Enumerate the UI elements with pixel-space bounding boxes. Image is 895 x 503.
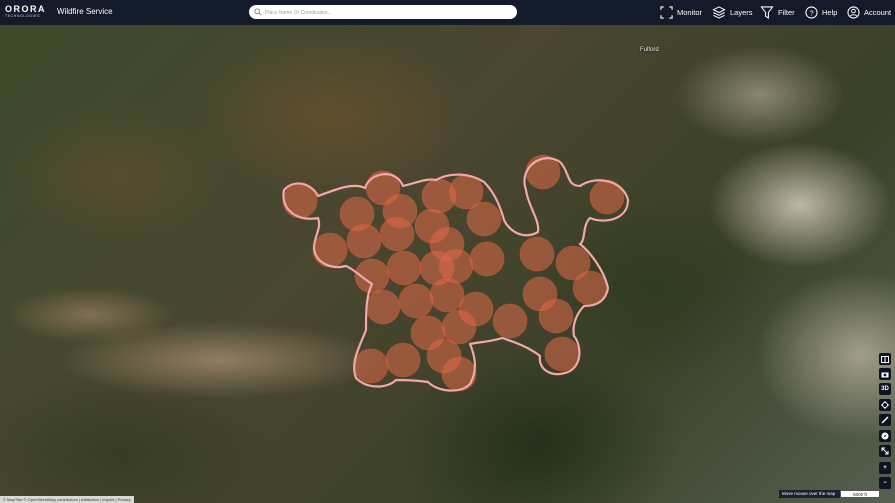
screenshot-button[interactable] — [879, 368, 891, 380]
monitor-icon — [660, 6, 673, 19]
zoom-in-button[interactable]: + — [879, 462, 891, 474]
fire-hotspot[interactable] — [466, 201, 502, 237]
svg-text:?: ? — [809, 8, 813, 17]
3d-toggle-button[interactable]: 3D — [879, 383, 891, 395]
fire-hotspot[interactable] — [353, 348, 389, 384]
search-bar[interactable] — [249, 5, 517, 20]
top-bar: ORORA TECHNOLOGIES Wildfire Service Moni… — [0, 0, 895, 25]
help-icon: ? — [805, 6, 818, 19]
measure-icon — [881, 416, 889, 424]
fire-hotspot[interactable] — [441, 356, 477, 392]
fire-hotspot[interactable] — [312, 232, 348, 268]
search-input[interactable] — [263, 6, 512, 20]
fire-hotspot[interactable] — [379, 216, 415, 252]
scale-bar: 5000 ft — [840, 490, 880, 498]
logo-wordmark: ORORA — [5, 4, 46, 14]
camera-icon — [881, 372, 889, 377]
measure-button[interactable] — [879, 414, 891, 426]
satellite-map[interactable]: Fulford — [0, 25, 895, 503]
locate-button[interactable] — [879, 399, 891, 411]
fire-hotspot[interactable] — [589, 179, 625, 215]
company-logo[interactable]: ORORA TECHNOLOGIES — [5, 4, 47, 22]
search-icon — [254, 8, 262, 16]
panel-toggle-icon — [881, 355, 889, 363]
filter-icon — [760, 6, 774, 19]
zoom-in-label: + — [883, 465, 887, 471]
fire-hotspot[interactable] — [365, 289, 401, 325]
help-button[interactable]: ? Help — [805, 4, 837, 21]
fullscreen-icon — [881, 447, 889, 455]
place-label-fulford: Fulford — [640, 47, 659, 53]
coordinates-readout: Move mouse over the map — [779, 490, 844, 498]
panel-toggle-button[interactable] — [879, 353, 891, 365]
monitor-button[interactable]: Monitor — [660, 4, 702, 21]
fire-hotspot[interactable] — [385, 342, 421, 378]
fire-hotspot[interactable] — [469, 241, 505, 277]
layers-label: Layers — [730, 8, 753, 17]
fire-hotspot[interactable] — [538, 298, 574, 334]
fire-overlay — [282, 154, 630, 392]
monitor-label: Monitor — [677, 8, 703, 17]
logo-subtitle: TECHNOLOGIES — [5, 14, 41, 18]
compass-icon — [881, 432, 889, 440]
filter-button[interactable]: Filter — [760, 4, 795, 21]
map-attribution[interactable]: © MapTiler © OpenStreetMap contributors … — [0, 496, 134, 503]
compass-button[interactable] — [879, 430, 891, 442]
3d-label: 3D — [881, 386, 889, 392]
layers-icon — [712, 6, 726, 19]
fire-hotspot[interactable] — [492, 303, 528, 339]
fire-hotspot[interactable] — [346, 223, 382, 259]
app-title: Wildfire Service — [57, 7, 113, 16]
zoom-out-button[interactable]: − — [879, 477, 891, 489]
fire-hotspot[interactable] — [386, 250, 422, 286]
fire-hotspot[interactable] — [519, 236, 555, 272]
layers-button[interactable]: Layers — [712, 4, 753, 21]
fullscreen-button[interactable] — [879, 445, 891, 457]
filter-label: Filter — [778, 8, 795, 17]
help-label: Help — [822, 8, 838, 17]
account-button[interactable]: Account — [847, 4, 891, 21]
locate-icon — [881, 401, 889, 409]
account-label: Account — [864, 8, 892, 17]
zoom-out-label: − — [883, 480, 887, 486]
fire-hotspot[interactable] — [398, 283, 434, 319]
fire-hotspot[interactable] — [544, 336, 580, 372]
account-icon — [847, 6, 860, 19]
